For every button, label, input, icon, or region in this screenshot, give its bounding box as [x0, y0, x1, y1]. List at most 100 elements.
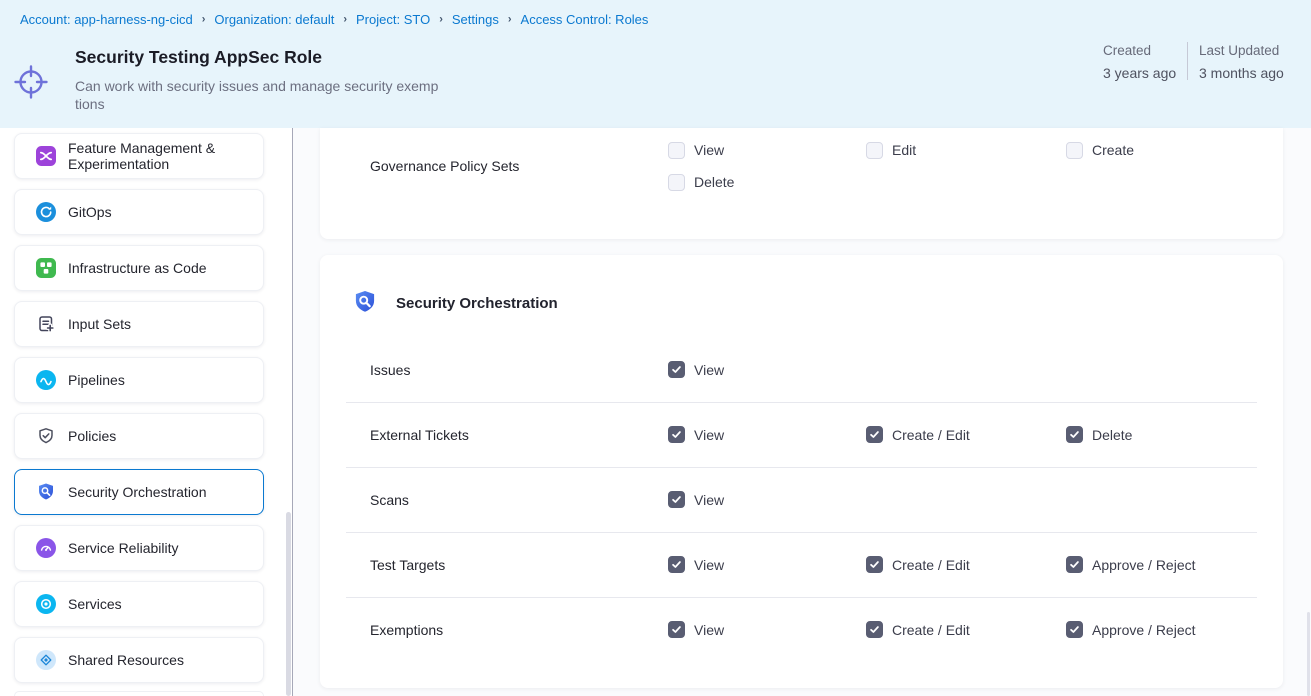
- sidebar-item-label: Shared Resources: [68, 652, 243, 669]
- permission-label: Create: [1092, 142, 1134, 158]
- checkbox-governance-edit[interactable]: [866, 142, 883, 159]
- checkbox-exemptions-create-edit[interactable]: [866, 621, 883, 638]
- sidebar-item-label: Input Sets: [68, 316, 243, 333]
- checkbox-test-targets-view[interactable]: [668, 556, 685, 573]
- resource-label-test-targets: Test Targets: [370, 557, 445, 573]
- sidebar-item-label: Feature Management & Experimentation: [68, 140, 228, 173]
- checkbox-issues-view[interactable]: [668, 361, 685, 378]
- permission-scans-view: View: [668, 491, 724, 509]
- role-description: Can work with security issues and manage…: [75, 78, 495, 113]
- resource-label-exemptions: Exemptions: [370, 622, 443, 638]
- permission-label: View: [694, 427, 724, 443]
- breadcrumb-organization[interactable]: Organization: default: [214, 12, 334, 27]
- permission-test-targets-view: View: [668, 556, 724, 574]
- permission-label: View: [694, 362, 724, 378]
- permission-label: Delete: [694, 174, 734, 190]
- sidebar-item-label: Infrastructure as Code: [68, 260, 243, 277]
- checkbox-external-tickets-view[interactable]: [668, 426, 685, 443]
- governance-policy-sets-card: Governance Policy Sets View Edit Create …: [320, 128, 1283, 239]
- security-orchestration-icon: [36, 482, 56, 502]
- gitops-icon: [36, 202, 56, 222]
- checkbox-governance-create[interactable]: [1066, 142, 1083, 159]
- permission-external-tickets-create-edit: Create / Edit: [866, 426, 970, 444]
- section-title: Security Orchestration: [396, 295, 558, 312]
- sidebar-item-shared-resources[interactable]: Shared Resources: [14, 637, 264, 683]
- pipelines-icon: [36, 370, 56, 390]
- input-sets-icon: [36, 314, 56, 334]
- policies-icon: [36, 426, 56, 446]
- feature-flags-icon: [36, 146, 56, 166]
- infrastructure-as-code-icon: [36, 258, 56, 278]
- sidebar-item-gitops[interactable]: GitOps: [14, 189, 264, 235]
- permission-governance-view: View: [668, 141, 724, 159]
- security-orchestration-shield-icon: [352, 289, 378, 315]
- permission-exemptions-view: View: [668, 621, 724, 639]
- resource-label-external-tickets: External Tickets: [370, 427, 469, 443]
- sidebar-item-partial[interactable]: [14, 691, 264, 696]
- services-icon: [36, 594, 56, 614]
- permission-external-tickets-view: View: [668, 426, 724, 444]
- sidebar-item-pipelines[interactable]: Pipelines: [14, 357, 264, 403]
- sidebar-item-label: Security Orchestration: [68, 484, 243, 501]
- breadcrumb-settings[interactable]: Settings: [452, 12, 499, 27]
- created-value: 3 years ago: [1103, 65, 1176, 81]
- permission-row-test-targets: Test Targets View Create / Edit Approve …: [320, 532, 1283, 597]
- permission-governance-create: Create: [1066, 141, 1134, 159]
- sidebar-item-label: GitOps: [68, 204, 243, 221]
- permission-governance-delete: Delete: [668, 173, 734, 191]
- page-header: Account: app-harness-ng-cicd › Organizat…: [0, 0, 1311, 128]
- permission-label: Create / Edit: [892, 622, 970, 638]
- sidebar-item-label: Policies: [68, 428, 243, 445]
- checkbox-exemptions-view[interactable]: [668, 621, 685, 638]
- resource-group-sidebar: Feature Management & Experimentation Git…: [0, 128, 292, 696]
- checkbox-scans-view[interactable]: [668, 491, 685, 508]
- resource-label-issues: Issues: [370, 362, 410, 378]
- permission-label: View: [694, 142, 724, 158]
- sidebar-scrollbar-thumb[interactable]: [286, 512, 291, 696]
- checkbox-governance-view[interactable]: [668, 142, 685, 159]
- breadcrumb: Account: app-harness-ng-cicd › Organizat…: [20, 12, 648, 27]
- page-title: Security Testing AppSec Role: [75, 47, 322, 68]
- permission-label: View: [694, 622, 724, 638]
- permission-label: View: [694, 557, 724, 573]
- sidebar-item-feature-management[interactable]: Feature Management & Experimentation: [14, 133, 264, 179]
- breadcrumb-separator: ›: [343, 13, 347, 25]
- sidebar-item-service-reliability[interactable]: Service Reliability: [14, 525, 264, 571]
- sidebar-item-policies[interactable]: Policies: [14, 413, 264, 459]
- permission-test-targets-create-edit: Create / Edit: [866, 556, 970, 574]
- checkbox-external-tickets-delete[interactable]: [1066, 426, 1083, 443]
- checkbox-exemptions-approve-reject[interactable]: [1066, 621, 1083, 638]
- permission-label: Edit: [892, 142, 916, 158]
- resource-label-scans: Scans: [370, 492, 409, 508]
- checkbox-external-tickets-create-edit[interactable]: [866, 426, 883, 443]
- created-label: Created: [1103, 43, 1151, 58]
- sidebar-item-security-orchestration[interactable]: Security Orchestration: [14, 469, 264, 515]
- breadcrumb-project[interactable]: Project: STO: [356, 12, 430, 27]
- permission-label: Create / Edit: [892, 427, 970, 443]
- breadcrumb-account[interactable]: Account: app-harness-ng-cicd: [20, 12, 193, 27]
- main-scrollbar-thumb[interactable]: [1307, 612, 1310, 696]
- permission-row-exemptions: Exemptions View Create / Edit Approve / …: [320, 597, 1283, 662]
- sidebar-main-divider: [292, 128, 293, 696]
- resource-label-governance-policy-sets: Governance Policy Sets: [370, 158, 519, 174]
- last-updated-value: 3 months ago: [1199, 65, 1284, 81]
- permission-label: View: [694, 492, 724, 508]
- service-reliability-icon: [36, 538, 56, 558]
- permission-row-scans: Scans View: [320, 467, 1283, 532]
- checkbox-test-targets-create-edit[interactable]: [866, 556, 883, 573]
- sidebar-item-services[interactable]: Services: [14, 581, 264, 627]
- breadcrumb-separator: ›: [439, 13, 443, 25]
- checkbox-governance-delete[interactable]: [668, 174, 685, 191]
- permission-label: Create / Edit: [892, 557, 970, 573]
- checkbox-test-targets-approve-reject[interactable]: [1066, 556, 1083, 573]
- sidebar-item-input-sets[interactable]: Input Sets: [14, 301, 264, 347]
- permission-row-external-tickets: External Tickets View Create / Edit Dele…: [320, 402, 1283, 467]
- security-orchestration-card: Security Orchestration Issues View Exter…: [320, 255, 1283, 688]
- permission-governance-edit: Edit: [866, 141, 916, 159]
- sidebar-item-label: Service Reliability: [68, 540, 243, 557]
- shared-resources-icon: [36, 650, 56, 670]
- permission-label: Approve / Reject: [1092, 622, 1196, 638]
- breadcrumb-access-control-roles[interactable]: Access Control: Roles: [521, 12, 649, 27]
- sidebar-item-infrastructure-as-code[interactable]: Infrastructure as Code: [14, 245, 264, 291]
- crosshair-role-icon: [13, 64, 49, 100]
